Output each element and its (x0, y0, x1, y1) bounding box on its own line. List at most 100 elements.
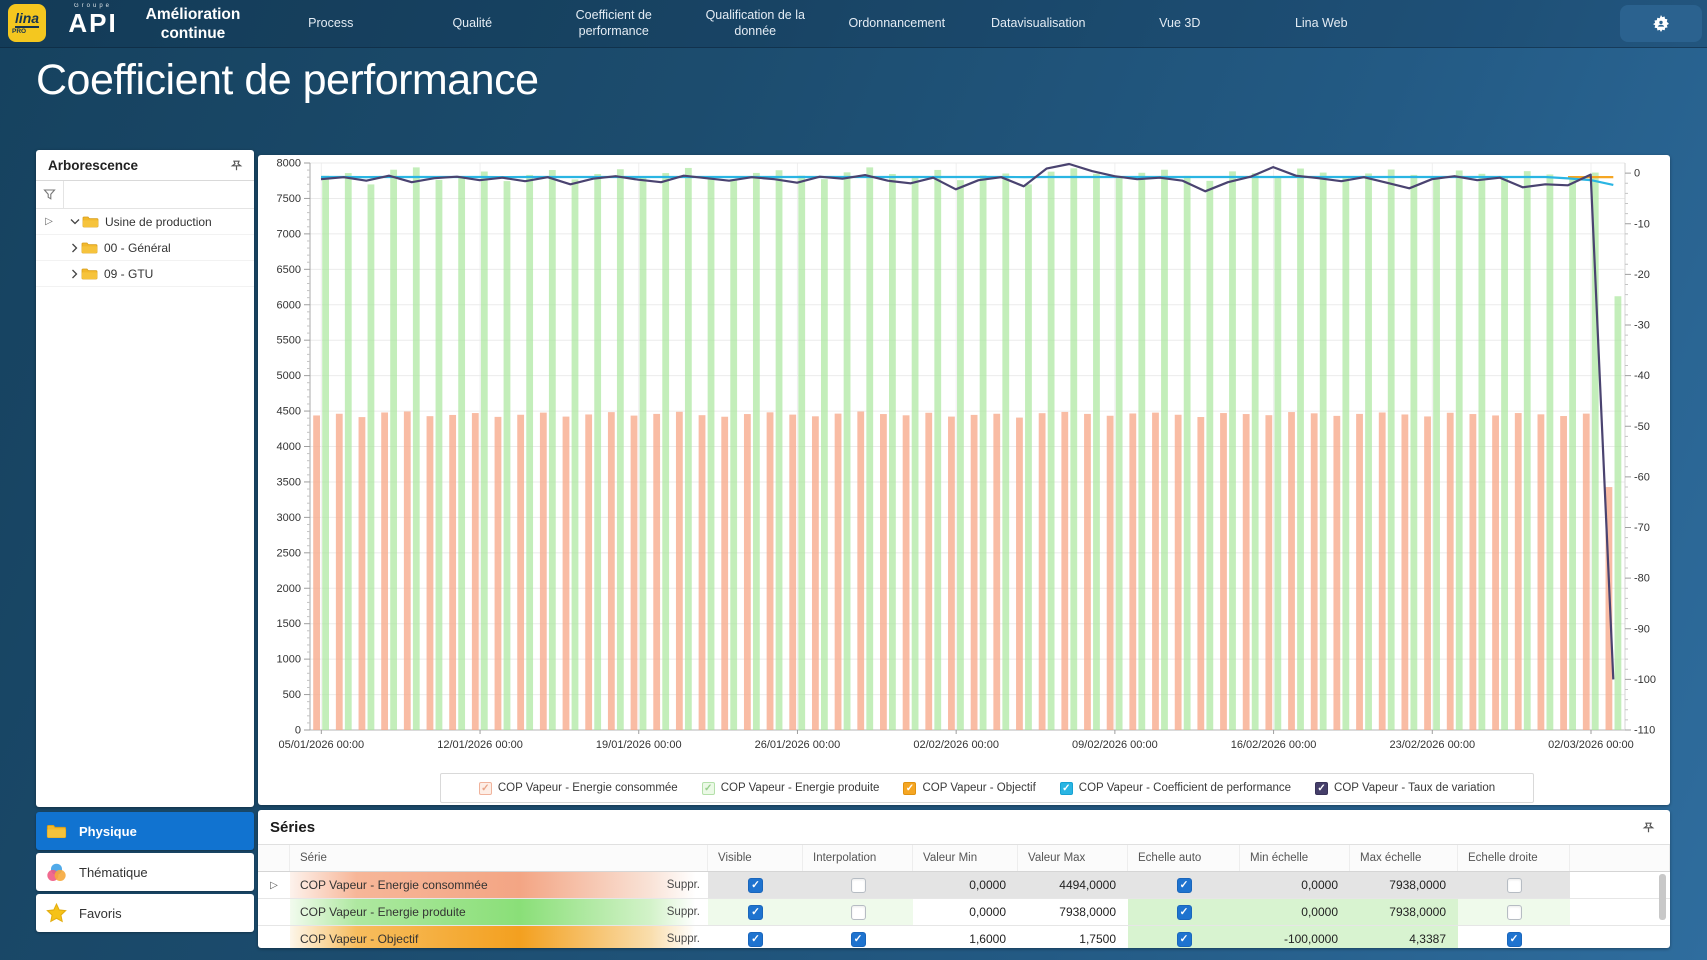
suppr-button[interactable]: Suppr. (667, 906, 708, 918)
echelle-auto-cell: ✓ (1128, 926, 1240, 948)
svg-text:-20: -20 (1634, 269, 1650, 281)
tree-node-root[interactable]: ▷ Usine de production (36, 209, 254, 235)
nav-item-6[interactable]: Vue 3D (1109, 0, 1251, 47)
checkbox-unchecked[interactable] (851, 905, 866, 920)
echelle-droite-cell (1458, 899, 1570, 925)
tree-node-label: Usine de production (105, 215, 212, 229)
checkbox-checked[interactable]: ✓ (1177, 905, 1192, 920)
sidebar-button-physique[interactable]: Physique (36, 812, 254, 850)
checkbox-checked[interactable]: ✓ (1177, 932, 1192, 947)
tree-filter-row (36, 181, 254, 209)
svg-text:02/02/2026 00:00: 02/02/2026 00:00 (913, 739, 999, 751)
tree-node-child[interactable]: 00 - Général (36, 235, 254, 261)
lina-logo-text: lina (15, 11, 39, 28)
nav-item-7[interactable]: Lina Web (1251, 0, 1393, 47)
nav-item-5[interactable]: Datavisualisation (968, 0, 1110, 47)
col-header-1[interactable]: Visible (708, 845, 803, 871)
col-header-6[interactable]: Min échelle (1240, 845, 1350, 871)
max-echelle-cell: 4,3387 (1350, 926, 1458, 948)
svg-text:12/01/2026 00:00: 12/01/2026 00:00 (437, 739, 523, 751)
svg-text:05/01/2026 00:00: 05/01/2026 00:00 (279, 739, 365, 751)
chevron-right-icon[interactable] (70, 269, 79, 279)
svg-text:500: 500 (283, 689, 301, 701)
pin-icon[interactable] (1641, 820, 1656, 835)
svg-text:2000: 2000 (277, 583, 301, 595)
legend-checkbox[interactable]: ✓ (903, 782, 916, 795)
nav-item-1[interactable]: Qualité (402, 0, 544, 47)
legend-item-0: ✓COP Vapeur - Energie consommée (479, 782, 678, 795)
nav-item-2[interactable]: Coefficient de performance (543, 0, 685, 47)
checkbox-unchecked[interactable] (1507, 905, 1522, 920)
table-scrollbar-thumb[interactable] (1659, 874, 1666, 920)
pin-icon[interactable] (229, 158, 244, 173)
svg-text:4500: 4500 (277, 406, 301, 418)
svg-text:6500: 6500 (277, 264, 301, 276)
series-name-cell: COP Vapeur - Energie produiteSuppr. (290, 899, 708, 925)
sidebar-button-favoris[interactable]: Favoris (36, 894, 254, 932)
nav-item-0[interactable]: Process (260, 0, 402, 47)
checkbox-checked[interactable]: ✓ (851, 932, 866, 947)
svg-text:8000: 8000 (277, 158, 301, 170)
folder-icon (81, 241, 98, 255)
performance-chart: 0500100015002000250030003500400045005000… (258, 155, 1670, 805)
max-echelle-cell: 7938,0000 (1350, 899, 1458, 925)
col-header-8[interactable]: Echelle droite (1458, 845, 1570, 871)
svg-text:7000: 7000 (277, 228, 301, 240)
series-row-2[interactable]: COP Vapeur - ObjectifSuppr.✓✓1,60001,750… (258, 926, 1670, 948)
row-filler (1570, 899, 1670, 925)
svg-text:3000: 3000 (277, 512, 301, 524)
checkbox-checked[interactable]: ✓ (748, 905, 763, 920)
tree-root-expander-icon[interactable]: ▷ (36, 216, 62, 227)
legend-checkbox[interactable]: ✓ (479, 782, 492, 795)
checkbox-unchecked[interactable] (1507, 878, 1522, 893)
svg-text:23/02/2026 00:00: 23/02/2026 00:00 (1389, 739, 1475, 751)
legend-label: COP Vapeur - Coefficient de performance (1079, 782, 1291, 794)
col-header-7[interactable]: Max échelle (1350, 845, 1458, 871)
nav-item-3[interactable]: Qualification de la donnée (685, 0, 827, 47)
svg-text:09/02/2026 00:00: 09/02/2026 00:00 (1072, 739, 1158, 751)
series-row-0[interactable]: ▷COP Vapeur - Energie consomméeSuppr.✓0,… (258, 872, 1670, 899)
row-expander (258, 926, 290, 948)
series-name: COP Vapeur - Energie consommée (290, 878, 667, 892)
checkbox-checked[interactable]: ✓ (1177, 878, 1192, 893)
svg-text:5000: 5000 (277, 370, 301, 382)
chevron-right-icon[interactable] (70, 243, 79, 253)
tree-node-child[interactable]: 09 - GTU (36, 261, 254, 287)
svg-text:3500: 3500 (277, 476, 301, 488)
legend-checkbox[interactable]: ✓ (1060, 782, 1073, 795)
svg-text:16/02/2026 00:00: 16/02/2026 00:00 (1231, 739, 1317, 751)
min-echelle-cell: -100,0000 (1240, 926, 1350, 948)
row-expander-icon[interactable]: ▷ (270, 880, 278, 891)
legend-checkbox[interactable]: ✓ (702, 782, 715, 795)
svg-text:0: 0 (1634, 168, 1640, 180)
api-logo[interactable]: Groupe API (58, 3, 128, 36)
suppr-button[interactable]: Suppr. (667, 879, 708, 891)
lina-logo[interactable]: lina PRO (8, 4, 46, 42)
checkbox-checked[interactable]: ✓ (1507, 932, 1522, 947)
series-row-1[interactable]: COP Vapeur - Energie produiteSuppr.✓0,00… (258, 899, 1670, 926)
series-name: COP Vapeur - Energie produite (290, 905, 667, 919)
suppr-button[interactable]: Suppr. (667, 933, 708, 945)
api-logo-top: Groupe (58, 3, 128, 9)
tree-filter-input[interactable] (64, 181, 254, 208)
col-header-5[interactable]: Echelle auto (1128, 845, 1240, 871)
api-logo-text: API (58, 10, 128, 36)
svg-text:26/01/2026 00:00: 26/01/2026 00:00 (755, 739, 841, 751)
settings-button[interactable] (1620, 5, 1702, 42)
sidebar-button-label: Thématique (79, 865, 148, 880)
col-header-2[interactable]: Interpolation (803, 845, 913, 871)
chevron-down-icon[interactable] (70, 217, 80, 226)
legend-checkbox[interactable]: ✓ (1315, 782, 1328, 795)
sidebar-button-thematique[interactable]: Thématique (36, 853, 254, 891)
legend-item-4: ✓COP Vapeur - Taux de variation (1315, 782, 1495, 795)
checkbox-checked[interactable]: ✓ (748, 932, 763, 947)
col-header-3[interactable]: Valeur Min (913, 845, 1018, 871)
col-header-4[interactable]: Valeur Max (1018, 845, 1128, 871)
top-navbar: lina PRO Groupe API Amélioration continu… (0, 0, 1707, 48)
checkbox-checked[interactable]: ✓ (748, 878, 763, 893)
nav-item-4[interactable]: Ordonnancement (826, 0, 968, 47)
checkbox-unchecked[interactable] (851, 878, 866, 893)
col-header-0[interactable]: Série (290, 845, 708, 871)
filter-button[interactable] (36, 181, 64, 208)
valeur-max-cell: 4494,0000 (1018, 872, 1128, 898)
